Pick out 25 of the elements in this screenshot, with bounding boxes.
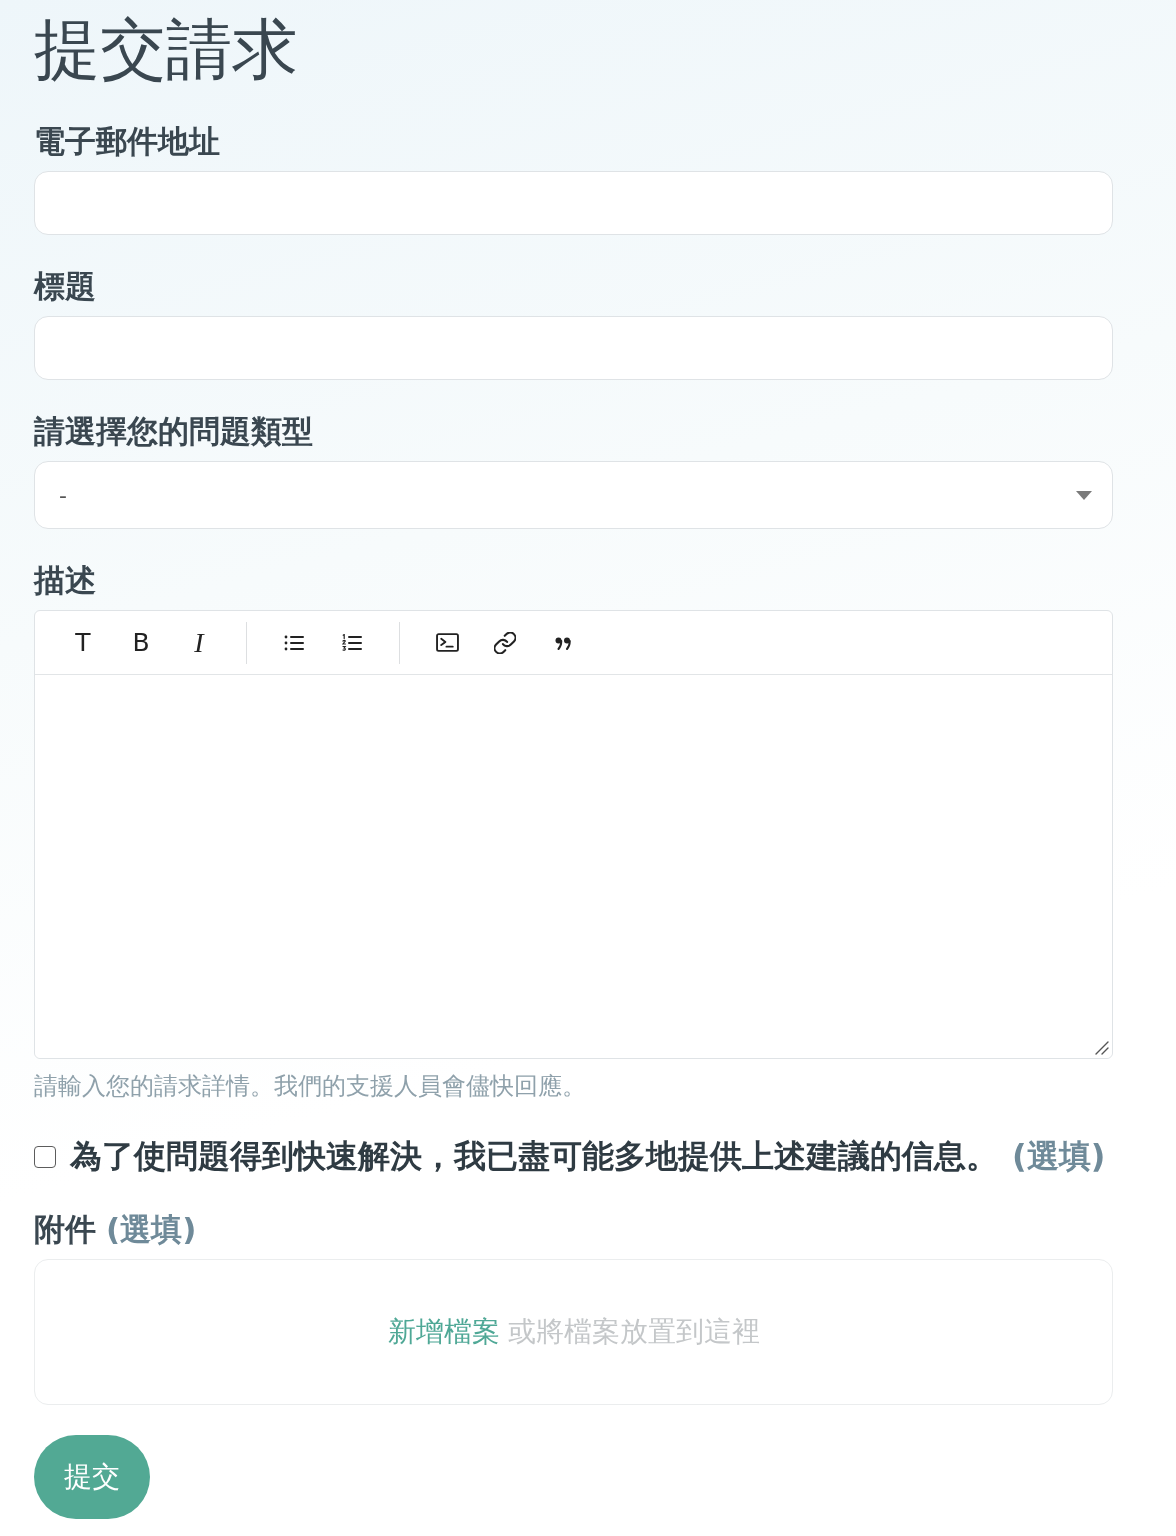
- field-label: 電子郵件地址: [34, 122, 220, 161]
- page-title: 提交請求: [34, 10, 299, 90]
- select-field[interactable]: -: [34, 461, 1113, 529]
- field-label: 請選擇您的問題類型: [34, 412, 313, 451]
- resize-handle-icon: [1095, 1041, 1109, 1055]
- link-icon: [494, 631, 516, 654]
- input-field[interactable]: [34, 316, 1113, 380]
- drop-hint: 或將檔案放置到這裡: [507, 1314, 760, 1350]
- bold-button[interactable]: B: [119, 622, 163, 663]
- input-field[interactable]: [34, 171, 1113, 235]
- terminal-icon: [435, 633, 459, 652]
- text-style-button[interactable]: T: [61, 622, 105, 663]
- quote-icon: [554, 635, 572, 650]
- optional-note: (選填): [1012, 1136, 1106, 1177]
- field-label: 附件: [34, 1210, 96, 1249]
- checkbox-label: 為了使問題得到快速解決，我已盡可能多地提供上述建議的信息。: [70, 1136, 998, 1177]
- caret-icon: [1076, 490, 1092, 500]
- field-label: 描述: [34, 561, 96, 600]
- field-hint: 請輸入您的請求詳情。我們的支援人員會儘快回應。: [34, 1071, 587, 1102]
- italic-button[interactable]: I: [177, 622, 221, 663]
- optional-note: (選填): [106, 1210, 197, 1249]
- numbered-list-icon: [342, 634, 362, 651]
- checkbox[interactable]: [34, 1145, 56, 1168]
- field-label: 標題: [34, 267, 96, 306]
- bullet-list-icon: [284, 634, 304, 651]
